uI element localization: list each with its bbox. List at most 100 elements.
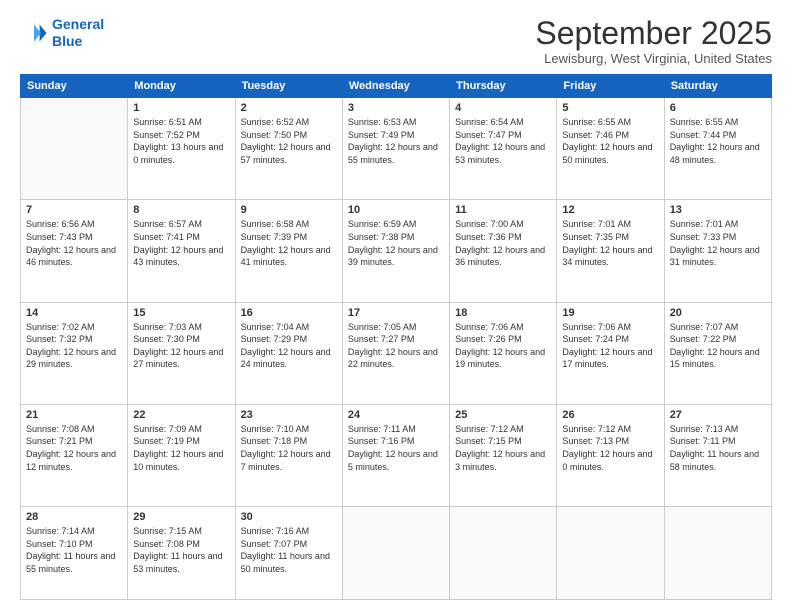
table-row: 17 Sunrise: 7:05 AM Sunset: 7:27 PM Dayli… (342, 302, 449, 404)
table-row: 22 Sunrise: 7:09 AM Sunset: 7:19 PM Dayli… (128, 404, 235, 506)
table-row: 6 Sunrise: 6:55 AM Sunset: 7:44 PM Daylig… (664, 98, 771, 200)
table-row: 8 Sunrise: 6:57 AM Sunset: 7:41 PM Daylig… (128, 200, 235, 302)
day-number: 9 (241, 204, 337, 216)
day-number: 3 (348, 102, 444, 114)
day-number: 1 (133, 102, 229, 114)
table-row: 27Sunrise: 7:13 AM Sunset: 7:11 PM Dayli… (664, 404, 771, 506)
day-info: Sunrise: 6:57 AM Sunset: 7:41 PM Dayligh… (133, 218, 229, 268)
day-info: Sunrise: 7:09 AM Sunset: 7:19 PM Dayligh… (133, 423, 229, 473)
day-info: Sunrise: 7:00 AM Sunset: 7:36 PM Dayligh… (455, 218, 551, 268)
calendar-week-row: 14Sunrise: 7:02 AM Sunset: 7:32 PM Dayli… (21, 302, 772, 404)
table-row: 2Sunrise: 6:52 AM Sunset: 7:50 PM Daylig… (235, 98, 342, 200)
calendar-week-row: 28 Sunrise: 7:14 AM Sunset: 7:10 PM Dayli… (21, 507, 772, 600)
month-title: September 2025 (535, 16, 772, 51)
day-number: 5 (562, 102, 658, 114)
day-info: Sunrise: 7:04 AM Sunset: 7:29 PM Dayligh… (241, 321, 337, 371)
header-saturday: Saturday (664, 75, 771, 98)
day-info: Sunrise: 7:15 AM Sunset: 7:08 PM Dayligh… (133, 525, 229, 575)
day-info: Sunrise: 7:03 AM Sunset: 7:30 PM Dayligh… (133, 321, 229, 371)
day-number: 7 (26, 204, 122, 216)
table-row (450, 507, 557, 600)
day-info: Sunrise: 7:01 AM Sunset: 7:35 PM Dayligh… (562, 218, 658, 268)
day-number: 10 (348, 204, 444, 216)
table-row: 21Sunrise: 7:08 AM Sunset: 7:21 PM Dayli… (21, 404, 128, 506)
table-row: 13 Sunrise: 7:01 AM Sunset: 7:33 PM Dayli… (664, 200, 771, 302)
day-info: Sunrise: 7:16 AM Sunset: 7:07 PM Dayligh… (241, 525, 337, 575)
calendar-table: Sunday Monday Tuesday Wednesday Thursday… (20, 74, 772, 600)
header-tuesday: Tuesday (235, 75, 342, 98)
day-number: 29 (133, 511, 229, 523)
day-number: 22 (133, 409, 229, 421)
table-row: 30 Sunrise: 7:16 AM Sunset: 7:07 PM Dayli… (235, 507, 342, 600)
day-number: 17 (348, 307, 444, 319)
header-friday: Friday (557, 75, 664, 98)
table-row: 12 Sunrise: 7:01 AM Sunset: 7:35 PM Dayli… (557, 200, 664, 302)
day-info: Sunrise: 7:12 AM Sunset: 7:15 PM Dayligh… (455, 423, 551, 473)
day-number: 15 (133, 307, 229, 319)
table-row: 4 Sunrise: 6:54 AM Sunset: 7:47 PM Daylig… (450, 98, 557, 200)
day-number: 11 (455, 204, 551, 216)
day-info: Sunrise: 6:58 AM Sunset: 7:39 PM Dayligh… (241, 218, 337, 268)
day-number: 4 (455, 102, 551, 114)
table-row: 7Sunrise: 6:56 AM Sunset: 7:43 PM Daylig… (21, 200, 128, 302)
table-row: 3 Sunrise: 6:53 AM Sunset: 7:49 PM Daylig… (342, 98, 449, 200)
day-info: Sunrise: 7:02 AM Sunset: 7:32 PM Dayligh… (26, 321, 122, 371)
day-info: Sunrise: 7:01 AM Sunset: 7:33 PM Dayligh… (670, 218, 766, 268)
table-row: 18Sunrise: 7:06 AM Sunset: 7:26 PM Dayli… (450, 302, 557, 404)
page: General Blue September 2025 Lewisburg, W… (0, 0, 792, 612)
table-row (342, 507, 449, 600)
day-number: 2 (241, 102, 337, 114)
header-thursday: Thursday (450, 75, 557, 98)
day-number: 12 (562, 204, 658, 216)
calendar-week-row: 7Sunrise: 6:56 AM Sunset: 7:43 PM Daylig… (21, 200, 772, 302)
day-info: Sunrise: 6:51 AM Sunset: 7:52 PM Dayligh… (133, 116, 229, 166)
day-info: Sunrise: 7:07 AM Sunset: 7:22 PM Dayligh… (670, 321, 766, 371)
logo: General Blue (20, 16, 104, 50)
day-number: 28 (26, 511, 122, 523)
table-row: 23Sunrise: 7:10 AM Sunset: 7:18 PM Dayli… (235, 404, 342, 506)
table-row: 24Sunrise: 7:11 AM Sunset: 7:16 PM Dayli… (342, 404, 449, 506)
day-number: 16 (241, 307, 337, 319)
header-monday: Monday (128, 75, 235, 98)
table-row: 15 Sunrise: 7:03 AM Sunset: 7:30 PM Dayli… (128, 302, 235, 404)
location: Lewisburg, West Virginia, United States (535, 51, 772, 66)
day-info: Sunrise: 7:08 AM Sunset: 7:21 PM Dayligh… (26, 423, 122, 473)
table-row: 29 Sunrise: 7:15 AM Sunset: 7:08 PM Dayli… (128, 507, 235, 600)
table-row: 1 Sunrise: 6:51 AM Sunset: 7:52 PM Daylig… (128, 98, 235, 200)
day-info: Sunrise: 6:55 AM Sunset: 7:44 PM Dayligh… (670, 116, 766, 166)
day-info: Sunrise: 7:12 AM Sunset: 7:13 PM Dayligh… (562, 423, 658, 473)
day-info: Sunrise: 7:13 AM Sunset: 7:11 PM Dayligh… (670, 423, 766, 473)
day-number: 18 (455, 307, 551, 319)
table-row: 20 Sunrise: 7:07 AM Sunset: 7:22 PM Dayli… (664, 302, 771, 404)
table-row: 25 Sunrise: 7:12 AM Sunset: 7:15 PM Dayli… (450, 404, 557, 506)
table-row: 28 Sunrise: 7:14 AM Sunset: 7:10 PM Dayli… (21, 507, 128, 600)
day-number: 20 (670, 307, 766, 319)
table-row (557, 507, 664, 600)
table-row: 11 Sunrise: 7:00 AM Sunset: 7:36 PM Dayli… (450, 200, 557, 302)
table-row: 16 Sunrise: 7:04 AM Sunset: 7:29 PM Dayli… (235, 302, 342, 404)
table-row: 9 Sunrise: 6:58 AM Sunset: 7:39 PM Daylig… (235, 200, 342, 302)
header: General Blue September 2025 Lewisburg, W… (20, 16, 772, 66)
day-info: Sunrise: 7:10 AM Sunset: 7:18 PM Dayligh… (241, 423, 337, 473)
day-info: Sunrise: 6:53 AM Sunset: 7:49 PM Dayligh… (348, 116, 444, 166)
calendar-week-row: 21Sunrise: 7:08 AM Sunset: 7:21 PM Dayli… (21, 404, 772, 506)
day-number: 25 (455, 409, 551, 421)
day-number: 6 (670, 102, 766, 114)
calendar-week-row: 1 Sunrise: 6:51 AM Sunset: 7:52 PM Daylig… (21, 98, 772, 200)
day-info: Sunrise: 7:06 AM Sunset: 7:24 PM Dayligh… (562, 321, 658, 371)
day-number: 19 (562, 307, 658, 319)
table-row (21, 98, 128, 200)
day-info: Sunrise: 7:05 AM Sunset: 7:27 PM Dayligh… (348, 321, 444, 371)
title-block: September 2025 Lewisburg, West Virginia,… (535, 16, 772, 66)
header-sunday: Sunday (21, 75, 128, 98)
day-number: 30 (241, 511, 337, 523)
day-info: Sunrise: 6:54 AM Sunset: 7:47 PM Dayligh… (455, 116, 551, 166)
day-info: Sunrise: 6:55 AM Sunset: 7:46 PM Dayligh… (562, 116, 658, 166)
day-number: 26 (562, 409, 658, 421)
table-row (664, 507, 771, 600)
day-number: 13 (670, 204, 766, 216)
day-info: Sunrise: 6:59 AM Sunset: 7:38 PM Dayligh… (348, 218, 444, 268)
table-row: 26 Sunrise: 7:12 AM Sunset: 7:13 PM Dayli… (557, 404, 664, 506)
day-number: 8 (133, 204, 229, 216)
day-info: Sunrise: 7:14 AM Sunset: 7:10 PM Dayligh… (26, 525, 122, 575)
